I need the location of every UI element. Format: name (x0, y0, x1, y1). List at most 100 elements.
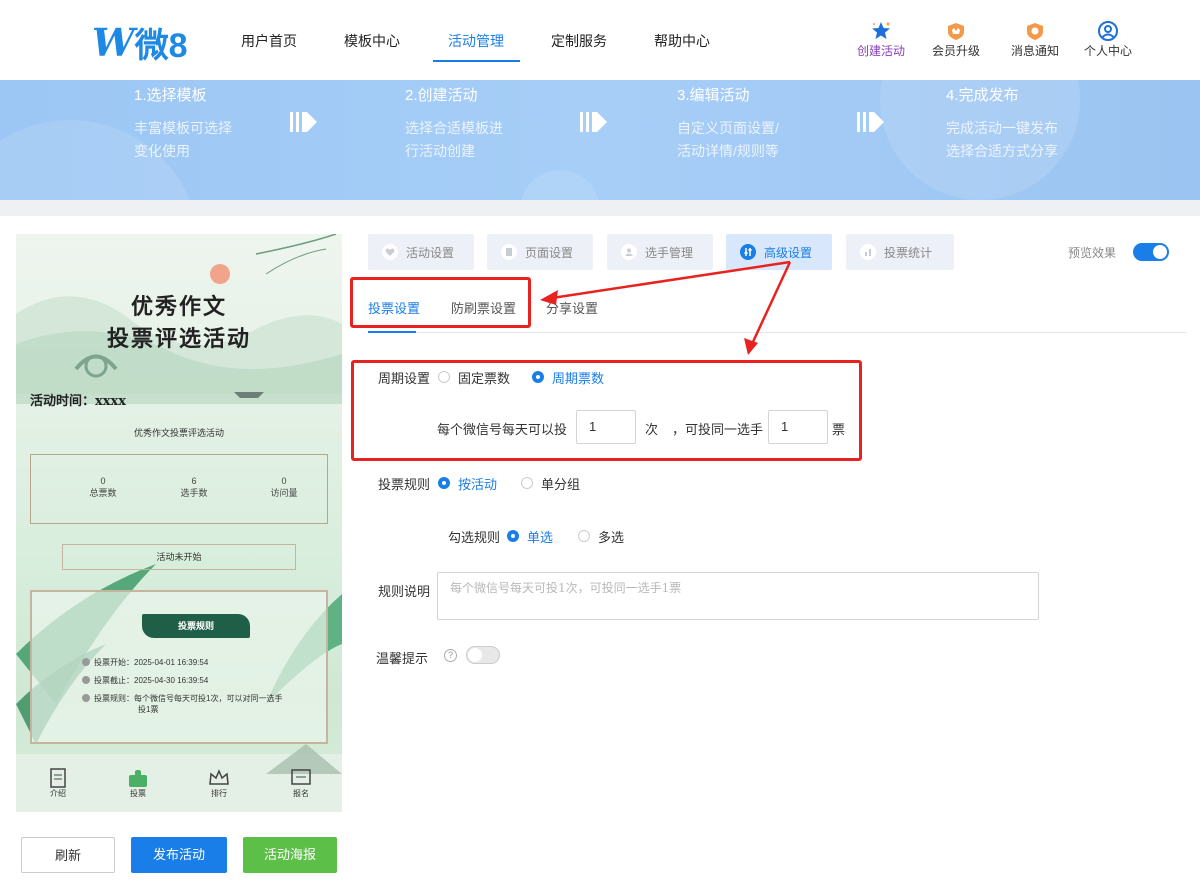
activity-poster-button[interactable]: 活动海报 (243, 837, 337, 873)
step-desc: 行活动创建 (405, 143, 475, 159)
stat-total-votes: 0 总票数 (63, 475, 143, 499)
step-title: 2.创建活动 (405, 87, 478, 104)
create-activity-label: 创建活动 (856, 44, 905, 58)
stat-value: 6 (191, 476, 197, 486)
warm-tip-toggle[interactable] (466, 646, 500, 664)
bullet-icon (82, 658, 90, 666)
heart-icon (382, 244, 398, 260)
radio-single-group[interactable] (521, 477, 533, 489)
step-title: 3.编辑活动 (677, 87, 750, 104)
stat-label: 总票数 (89, 488, 117, 498)
nav-templates[interactable]: 模板中心 (344, 31, 400, 51)
subtab-divider (368, 332, 1186, 333)
step-1: 1.选择模板 丰富模板可选择 变化使用 (134, 84, 232, 163)
radio-multi-select[interactable] (578, 530, 590, 542)
tab-label: 投票统计 (884, 245, 933, 260)
subtab-active-indicator (368, 331, 416, 333)
rule-line: 投票截止：2025-04-30 16:39:54 (82, 676, 208, 686)
nav-custom-service[interactable]: 定制服务 (551, 31, 607, 51)
radio-single-group-label[interactable]: 单分组 (541, 474, 580, 493)
star-sparkle-icon (851, 20, 911, 42)
tab-page-settings[interactable]: 页面设置 (487, 234, 593, 270)
notifications-label: 消息通知 (1010, 44, 1059, 58)
preview-effect-toggle[interactable] (1133, 243, 1169, 261)
step-desc: 丰富模板可选择 (134, 120, 232, 136)
stat-label: 选手数 (180, 488, 208, 498)
preview-tab-ranking[interactable]: 排行 (199, 764, 239, 799)
preview-tab-label: 投票 (130, 789, 146, 798)
logo-text: 微8 (134, 27, 188, 65)
refresh-button[interactable]: 刷新 (21, 837, 115, 873)
logo-mark: W (92, 20, 135, 65)
help-icon[interactable]: ? (444, 649, 457, 662)
tab-advanced-settings[interactable]: 高级设置 (726, 234, 832, 270)
chart-icon (860, 244, 876, 260)
user-center-label: 个人中心 (1083, 44, 1132, 58)
stat-value: 0 (281, 476, 287, 486)
step-4: 4.完成发布 完成活动一键发布 选择合适方式分享 (946, 84, 1058, 163)
step-arrow-icon (290, 110, 318, 139)
nav-active-indicator (433, 60, 520, 62)
tab-vote-statistics[interactable]: 投票统计 (846, 234, 954, 270)
preview-tab-vote[interactable]: 投票 (118, 764, 158, 799)
step-desc: 选择合适方式分享 (946, 143, 1058, 159)
tab-activity-settings[interactable]: 活动设置 (368, 234, 474, 270)
preview-effect-label: 预览效果 (1068, 246, 1117, 260)
publish-activity-button[interactable]: 发布活动 (131, 837, 227, 873)
page-icon (501, 244, 517, 260)
nav-activity-management[interactable]: 活动管理 (448, 31, 504, 51)
bullet-icon (82, 676, 90, 684)
mobile-preview: 优秀作文 投票评选活动 活动时间：xxxx 优秀作文投票评选活动 0 总票数 6… (16, 234, 342, 812)
stat-players: 6 选手数 (154, 475, 234, 499)
step-arrow-icon (580, 110, 608, 139)
radio-single-select[interactable] (507, 530, 519, 542)
rule-description-textarea[interactable]: 每个微信号每天可投1次，可投同一选手1票 (437, 572, 1039, 620)
steps-banner: 1.选择模板 丰富模板可选择 变化使用 2.创建活动 选择合适模板进 行活动创建… (0, 80, 1200, 200)
rule-line: 投票规则：每个微信号每天可投1次，可以对同一选手 (82, 694, 282, 704)
step-desc: 选择合适模板进 (405, 120, 503, 136)
tab-player-management[interactable]: 选手管理 (607, 234, 713, 270)
notifications-button[interactable]: 消息通知 (1005, 20, 1065, 59)
rule-text: 投票截止：2025-04-30 16:39:54 (94, 676, 209, 685)
radio-single-select-label[interactable]: 单选 (527, 527, 553, 546)
preview-tab-intro[interactable]: 介绍 (38, 764, 78, 799)
step-desc: 完成活动一键发布 (946, 120, 1058, 136)
banner-shadow (0, 200, 1200, 216)
step-desc: 变化使用 (134, 143, 190, 159)
rule-line: 投票开始：2025-04-01 16:39:54 (82, 658, 208, 668)
user-center-button[interactable]: 个人中心 (1078, 20, 1138, 59)
preview-tab-label: 排行 (211, 789, 227, 798)
create-activity-button[interactable]: 创建活动 (851, 20, 911, 59)
preview-tab-label: 报名 (293, 789, 309, 798)
step-arrow-icon (857, 110, 885, 139)
check-rule-label: 勾选规则 (448, 530, 501, 545)
preview-tab-signup[interactable]: 报名 (281, 764, 321, 799)
rule-text: 投1票 (138, 705, 159, 714)
member-upgrade-button[interactable]: 会员升级 (926, 20, 986, 59)
preview-stats: 0 总票数 6 选手数 0 访问量 (30, 454, 328, 524)
top-header: W 微8 用户首页 模板中心 活动管理 定制服务 帮助中心 创建活动 会员升级 … (0, 0, 1200, 80)
person-icon (621, 244, 637, 260)
radio-by-activity-label[interactable]: 按活动 (458, 474, 497, 493)
nav-help-center[interactable]: 帮助中心 (654, 31, 710, 51)
preview-subtitle: 优秀作文投票评选活动 (133, 428, 224, 438)
radio-by-activity[interactable] (438, 477, 450, 489)
stat-label: 访问量 (270, 488, 298, 498)
user-circle-icon (1078, 20, 1138, 42)
step-desc: 活动详情/规则等 (677, 143, 779, 159)
step-3: 3.编辑活动 自定义页面设置/ 活动详情/规则等 (677, 84, 779, 163)
logo[interactable]: W 微8 (92, 18, 188, 67)
tab-label: 选手管理 (645, 245, 694, 260)
rule-text: 投票规则：每个微信号每天可投1次，可以对同一选手 (94, 694, 283, 703)
step-title: 1.选择模板 (134, 87, 207, 104)
subtab-share-settings[interactable]: 分享设置 (546, 298, 598, 317)
tab-label: 活动设置 (406, 245, 455, 260)
radio-multi-select-label[interactable]: 多选 (598, 527, 624, 546)
bell-badge-icon (1005, 20, 1065, 42)
preview-rules-panel: 投票规则 投票开始：2025-04-01 16:39:54 投票截止：2025-… (30, 590, 328, 744)
edit-form-icon (281, 764, 321, 788)
annotation-box-period (351, 360, 862, 461)
nav-home[interactable]: 用户首页 (241, 31, 297, 51)
stat-visits: 0 访问量 (244, 475, 324, 499)
bullet-icon (82, 694, 90, 702)
